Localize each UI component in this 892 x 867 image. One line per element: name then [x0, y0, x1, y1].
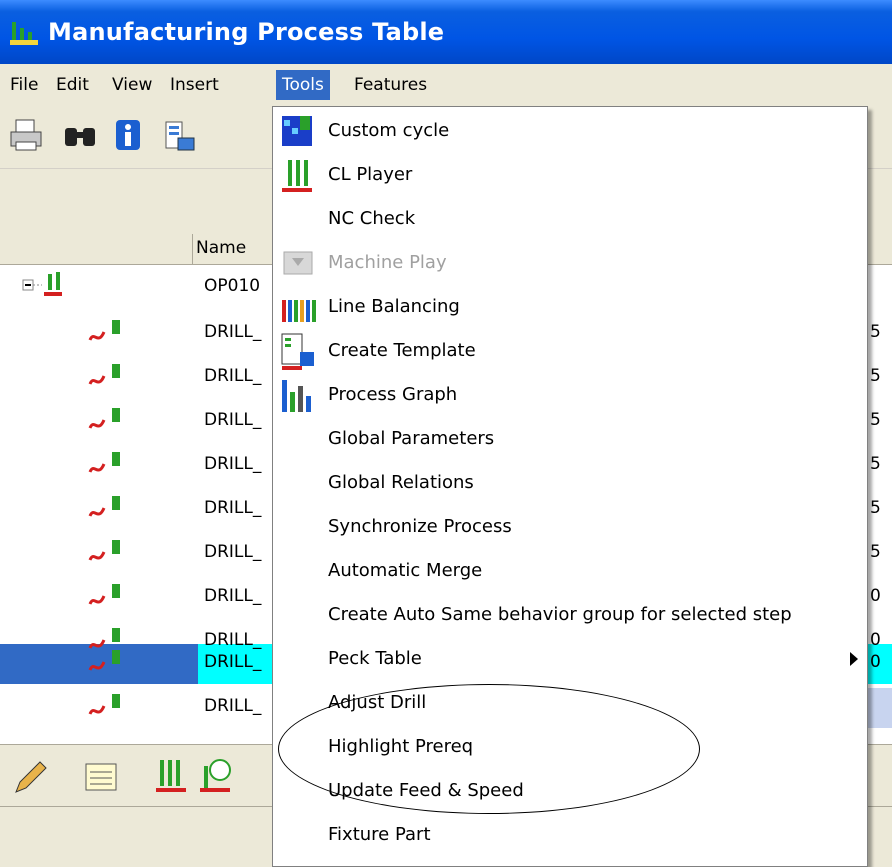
table-row-name[interactable]: DRILL_	[204, 630, 261, 650]
table-row-name[interactable]: OP010	[204, 276, 260, 296]
drill-step-icon	[86, 538, 126, 568]
app-icon	[8, 18, 42, 48]
annotation-ellipse	[278, 684, 700, 814]
drill-step-icon	[86, 318, 126, 348]
pencil-icon[interactable]	[10, 756, 52, 798]
menu-item-custom-cycle[interactable]: Custom cycle	[272, 110, 866, 154]
menu-item-process-graph[interactable]: Process Graph	[272, 374, 866, 418]
machine-play-icon	[278, 244, 320, 284]
tool-icon[interactable]	[150, 756, 192, 798]
menu-features[interactable]: Features	[350, 70, 431, 100]
line-balancing-icon	[278, 288, 320, 328]
printer-icon[interactable]	[8, 116, 46, 156]
table-row-value[interactable]: 5	[870, 322, 881, 342]
table-row-value[interactable]: 5	[870, 366, 881, 386]
menu-edit[interactable]: Edit	[52, 70, 93, 100]
drill-step-icon	[86, 406, 126, 436]
info-icon[interactable]	[110, 116, 148, 156]
menu-file[interactable]: File	[6, 70, 42, 100]
table-row-name[interactable]: DRILL_	[204, 696, 261, 716]
drill-step-icon	[86, 648, 126, 678]
menu-item-global-parameters[interactable]: Global Parameters	[272, 418, 866, 462]
table-row-value[interactable]: 0	[870, 586, 881, 606]
table-row-name[interactable]: DRILL_	[204, 586, 261, 606]
menu-item-synchronize-process[interactable]: Synchronize Process	[272, 506, 866, 550]
menu-item-global-relations[interactable]: Global Relations	[272, 462, 866, 506]
drill-step-icon	[86, 450, 126, 480]
column-header-name[interactable]: Name	[196, 238, 246, 258]
menu-tools[interactable]: Tools	[276, 70, 330, 100]
menu-insert[interactable]: Insert	[166, 70, 223, 100]
column-separator[interactable]	[192, 234, 193, 264]
menu-item-cl-player[interactable]: CL Player	[272, 154, 866, 198]
table-row-name[interactable]: DRILL_	[204, 652, 261, 672]
drill-step-icon	[86, 362, 126, 392]
table-row-name[interactable]: DRILL_	[204, 410, 261, 430]
menu-item-create-template[interactable]: Create Template	[272, 330, 866, 374]
drill-step-icon	[86, 494, 126, 524]
table-row-value[interactable]: 0	[870, 652, 881, 672]
menu-item-line-balancing[interactable]: Line Balancing	[272, 286, 866, 330]
menu-item-create-auto-same-behavior-group[interactable]: Create Auto Same behavior group for sele…	[272, 594, 866, 638]
menu-item-fixture-part[interactable]: Fixture Part	[272, 814, 866, 858]
menu-item-peck-table[interactable]: Peck Table	[272, 638, 866, 682]
table-row-value[interactable]: 5	[870, 542, 881, 562]
clock-tool-icon[interactable]	[196, 756, 238, 798]
table-row-value[interactable]: 5	[870, 410, 881, 430]
submenu-arrow-icon	[850, 652, 858, 666]
create-template-icon	[278, 332, 320, 372]
table-row-value[interactable]: 0	[870, 630, 881, 650]
tree-expander-icon[interactable]	[22, 270, 78, 300]
cl-player-icon	[278, 156, 320, 196]
window-title: Manufacturing Process Table	[48, 18, 445, 46]
drill-step-icon	[86, 582, 126, 612]
drill-step-icon	[86, 692, 126, 722]
custom-cycle-icon	[278, 112, 320, 152]
table-row-name[interactable]: DRILL_	[204, 498, 261, 518]
table-row-value[interactable]: 5	[870, 454, 881, 474]
table-row-name[interactable]: DRILL_	[204, 322, 261, 342]
menu-item-automatic-merge[interactable]: Automatic Merge	[272, 550, 866, 594]
process-graph-icon	[278, 376, 320, 416]
table-row-name[interactable]: DRILL_	[204, 542, 261, 562]
table-row-name[interactable]: DRILL_	[204, 454, 261, 474]
layout-icon[interactable]	[160, 116, 198, 156]
notes-icon[interactable]	[80, 756, 122, 798]
menu-view[interactable]: View	[108, 70, 156, 100]
binoculars-icon[interactable]	[62, 116, 100, 156]
menu-item-nc-check[interactable]: NC Check	[272, 198, 866, 242]
table-row-value[interactable]: 5	[870, 498, 881, 518]
table-row-name[interactable]: DRILL_	[204, 366, 261, 386]
menu-item-machine-play: Machine Play	[272, 242, 866, 286]
